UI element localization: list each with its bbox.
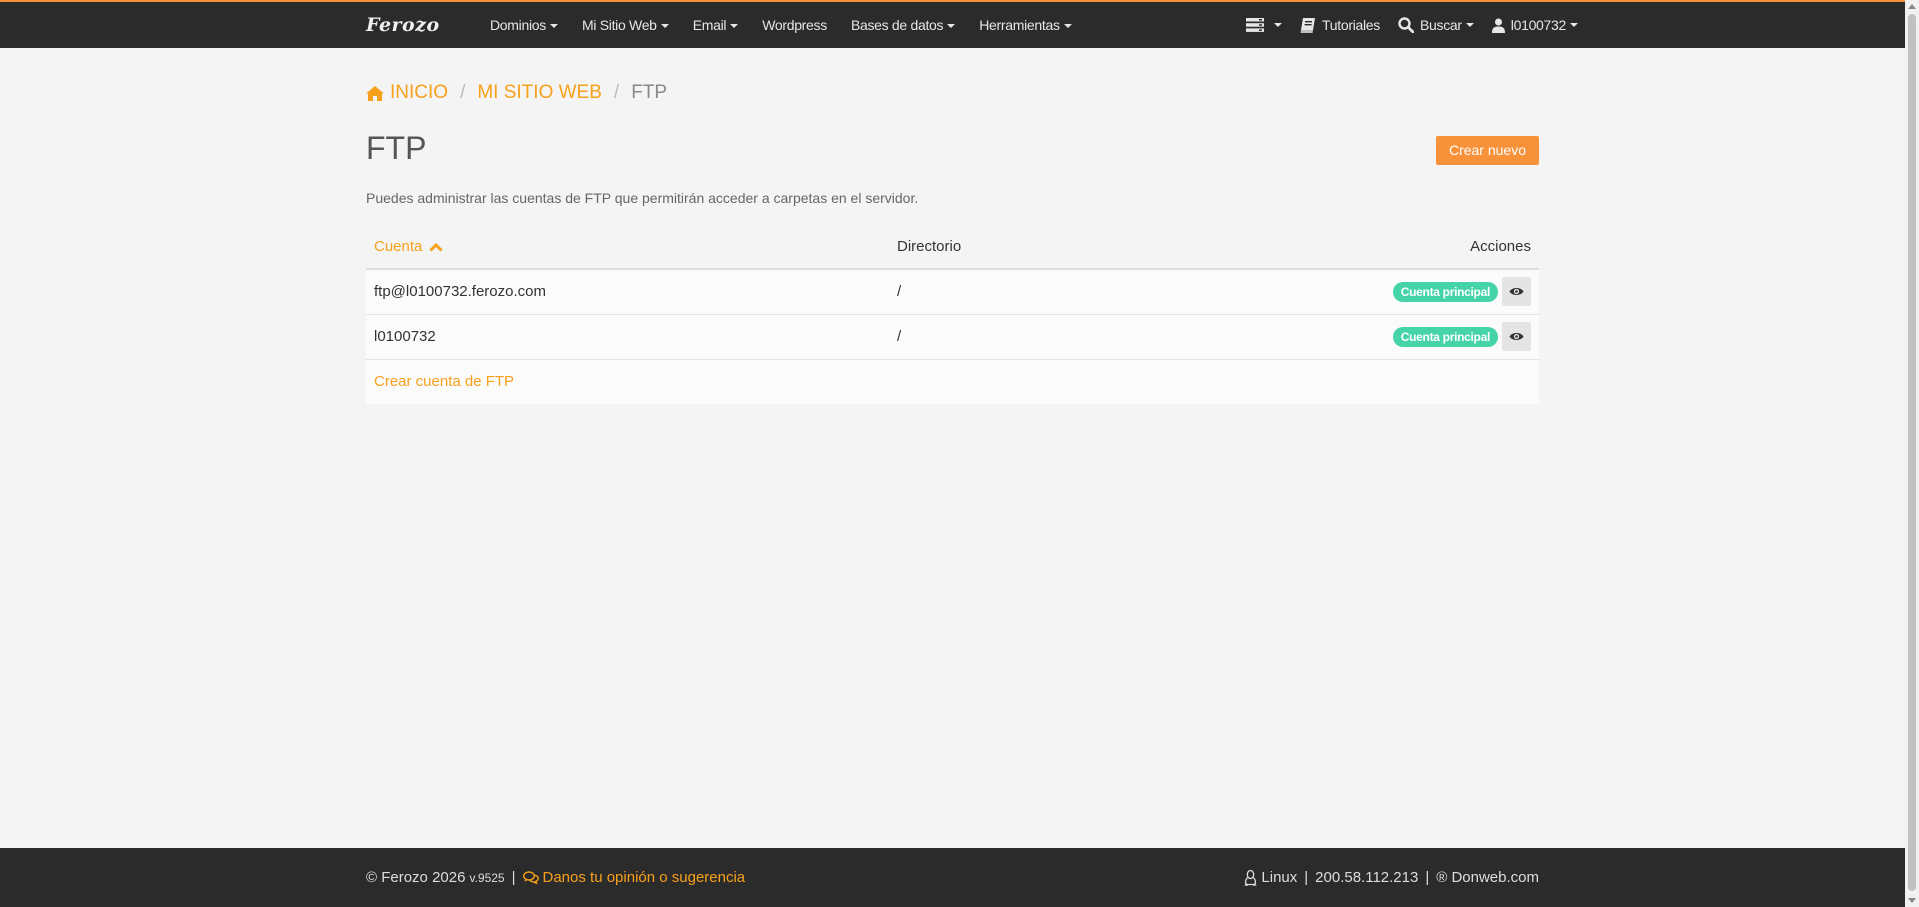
brand-logo[interactable]: Ferozo: [366, 2, 440, 48]
nav-herramientas-label: Herramientas: [979, 17, 1060, 33]
actions-cell: Cuenta principal: [1239, 313, 1539, 359]
tutorials-label: Tutoriales: [1322, 17, 1380, 33]
footer-separator: |: [1304, 869, 1309, 886]
vertical-scrollbar[interactable]: [1905, 0, 1919, 907]
eye-icon: [1509, 288, 1524, 296]
tutorials-link[interactable]: Tutoriales: [1291, 2, 1389, 48]
footer: © Ferozo 2026 v.9525 | Danos tu opinión …: [0, 848, 1905, 907]
nav-dominios[interactable]: Dominios: [478, 2, 570, 48]
create-new-button[interactable]: Crear nuevo: [1435, 136, 1539, 165]
breadcrumb-separator: /: [460, 82, 466, 103]
nav-wordpress[interactable]: Wordpress: [750, 2, 839, 48]
footer-os: Linux: [1261, 869, 1298, 886]
column-header-account-label: Cuenta: [374, 237, 423, 255]
table-header-row: Cuenta Directorio Acciones: [366, 224, 1539, 270]
chevron-up-icon: [428, 242, 443, 252]
breadcrumb-home-label: INICIO: [390, 82, 449, 103]
caret-down-icon: [1274, 23, 1283, 27]
eye-icon: [1509, 332, 1524, 341]
account-cell: ftp@l0100732.ferozo.com: [366, 269, 889, 314]
caret-down-icon: [1570, 23, 1578, 27]
user-menu[interactable]: l0100732: [1483, 2, 1587, 48]
nav-bases-de-datos[interactable]: Bases de datos: [839, 2, 967, 48]
caret-down-icon: [730, 24, 739, 29]
main-account-badge: Cuenta principal: [1392, 281, 1498, 302]
footer-version: v.9525: [469, 870, 505, 885]
caret-down-icon: [1465, 23, 1474, 27]
caret-down-icon: [660, 24, 669, 29]
account-cell: l0100732: [366, 313, 889, 359]
top-navbar: Ferozo Dominios Mi Sitio Web Email Wordp…: [0, 2, 1905, 48]
create-account-cell: Crear cuenta de FTP: [366, 358, 1539, 404]
scroll-down-arrow-icon[interactable]: [1908, 898, 1916, 903]
footer-separator: |: [511, 869, 516, 886]
nav-email-label: Email: [692, 17, 727, 33]
scroll-up-arrow-icon[interactable]: [1908, 4, 1916, 9]
linux-icon: [1244, 869, 1257, 886]
breadcrumb-home[interactable]: INICIO: [366, 82, 448, 104]
table-row: ftp@l0100732.ferozo.com / Cuenta princip…: [366, 269, 1539, 314]
user-label: l0100732: [1510, 17, 1567, 33]
footer-left: © Ferozo 2026 v.9525 | Danos tu opinión …: [366, 848, 745, 907]
search-menu[interactable]: Buscar: [1389, 2, 1483, 48]
nav-dominios-label: Dominios: [490, 17, 546, 33]
server-icon: [1246, 18, 1265, 32]
footer-right: Linux | 200.58.112.213 | ® Donweb.com: [1244, 848, 1539, 907]
feedback-label: Danos tu opinión o sugerencia: [542, 869, 746, 886]
nav-mi-sitio-web[interactable]: Mi Sitio Web: [570, 2, 681, 48]
ftp-accounts-table: Cuenta Directorio Acciones ftp@l0100732.…: [366, 224, 1539, 404]
page-title: FTP: [366, 130, 427, 166]
view-account-button[interactable]: [1502, 277, 1531, 307]
caret-down-icon: [947, 24, 956, 29]
breadcrumb: INICIO / MI SITIO WEB / FTP: [366, 78, 667, 108]
column-header-account[interactable]: Cuenta: [366, 224, 889, 270]
footer-separator: |: [1425, 869, 1430, 886]
caret-down-icon: [549, 24, 558, 29]
footer-copyright: © Ferozo 2026: [366, 869, 466, 886]
caret-down-icon: [1063, 24, 1072, 29]
column-header-directory: Directorio: [889, 224, 1239, 270]
create-ftp-account-link[interactable]: Crear cuenta de FTP: [374, 373, 514, 390]
nav-right: Tutoriales Buscar l0100732: [1237, 2, 1905, 48]
table-row: l0100732 / Cuenta principal: [366, 313, 1539, 359]
main-menu: Dominios Mi Sitio Web Email Wordpress Ba…: [478, 2, 1084, 48]
footer-provider[interactable]: ® Donweb.com: [1436, 869, 1539, 886]
main-account-badge: Cuenta principal: [1392, 326, 1498, 347]
home-icon: [366, 85, 384, 101]
breadcrumb-separator: /: [613, 82, 620, 103]
breadcrumb-current: FTP: [631, 82, 668, 103]
create-account-row: Crear cuenta de FTP: [366, 358, 1539, 404]
nav-bases-de-datos-label: Bases de datos: [850, 17, 944, 33]
comments-icon: [522, 871, 539, 884]
directory-cell: /: [889, 269, 1239, 314]
search-icon: [1398, 17, 1414, 33]
column-header-actions: Acciones: [1239, 224, 1539, 270]
server-menu[interactable]: [1237, 2, 1291, 48]
feedback-link[interactable]: Danos tu opinión o sugerencia: [522, 869, 746, 886]
nav-mi-sitio-web-label: Mi Sitio Web: [581, 17, 657, 33]
search-label: Buscar: [1420, 17, 1462, 33]
nav-herramientas[interactable]: Herramientas: [967, 2, 1083, 48]
nav-email[interactable]: Email: [681, 2, 751, 48]
page-description: Puedes administrar las cuentas de FTP qu…: [366, 190, 919, 206]
footer-ip: 200.58.112.213: [1315, 869, 1419, 886]
book-icon: [1300, 17, 1316, 33]
nav-wordpress-label: Wordpress: [762, 17, 827, 33]
user-icon: [1491, 18, 1505, 33]
breadcrumb-mi-sitio-web[interactable]: MI SITIO WEB: [477, 82, 602, 104]
scrollbar-thumb[interactable]: [1908, 14, 1916, 891]
actions-cell: Cuenta principal: [1239, 269, 1539, 314]
view-account-button[interactable]: [1502, 322, 1531, 351]
directory-cell: /: [889, 313, 1239, 359]
